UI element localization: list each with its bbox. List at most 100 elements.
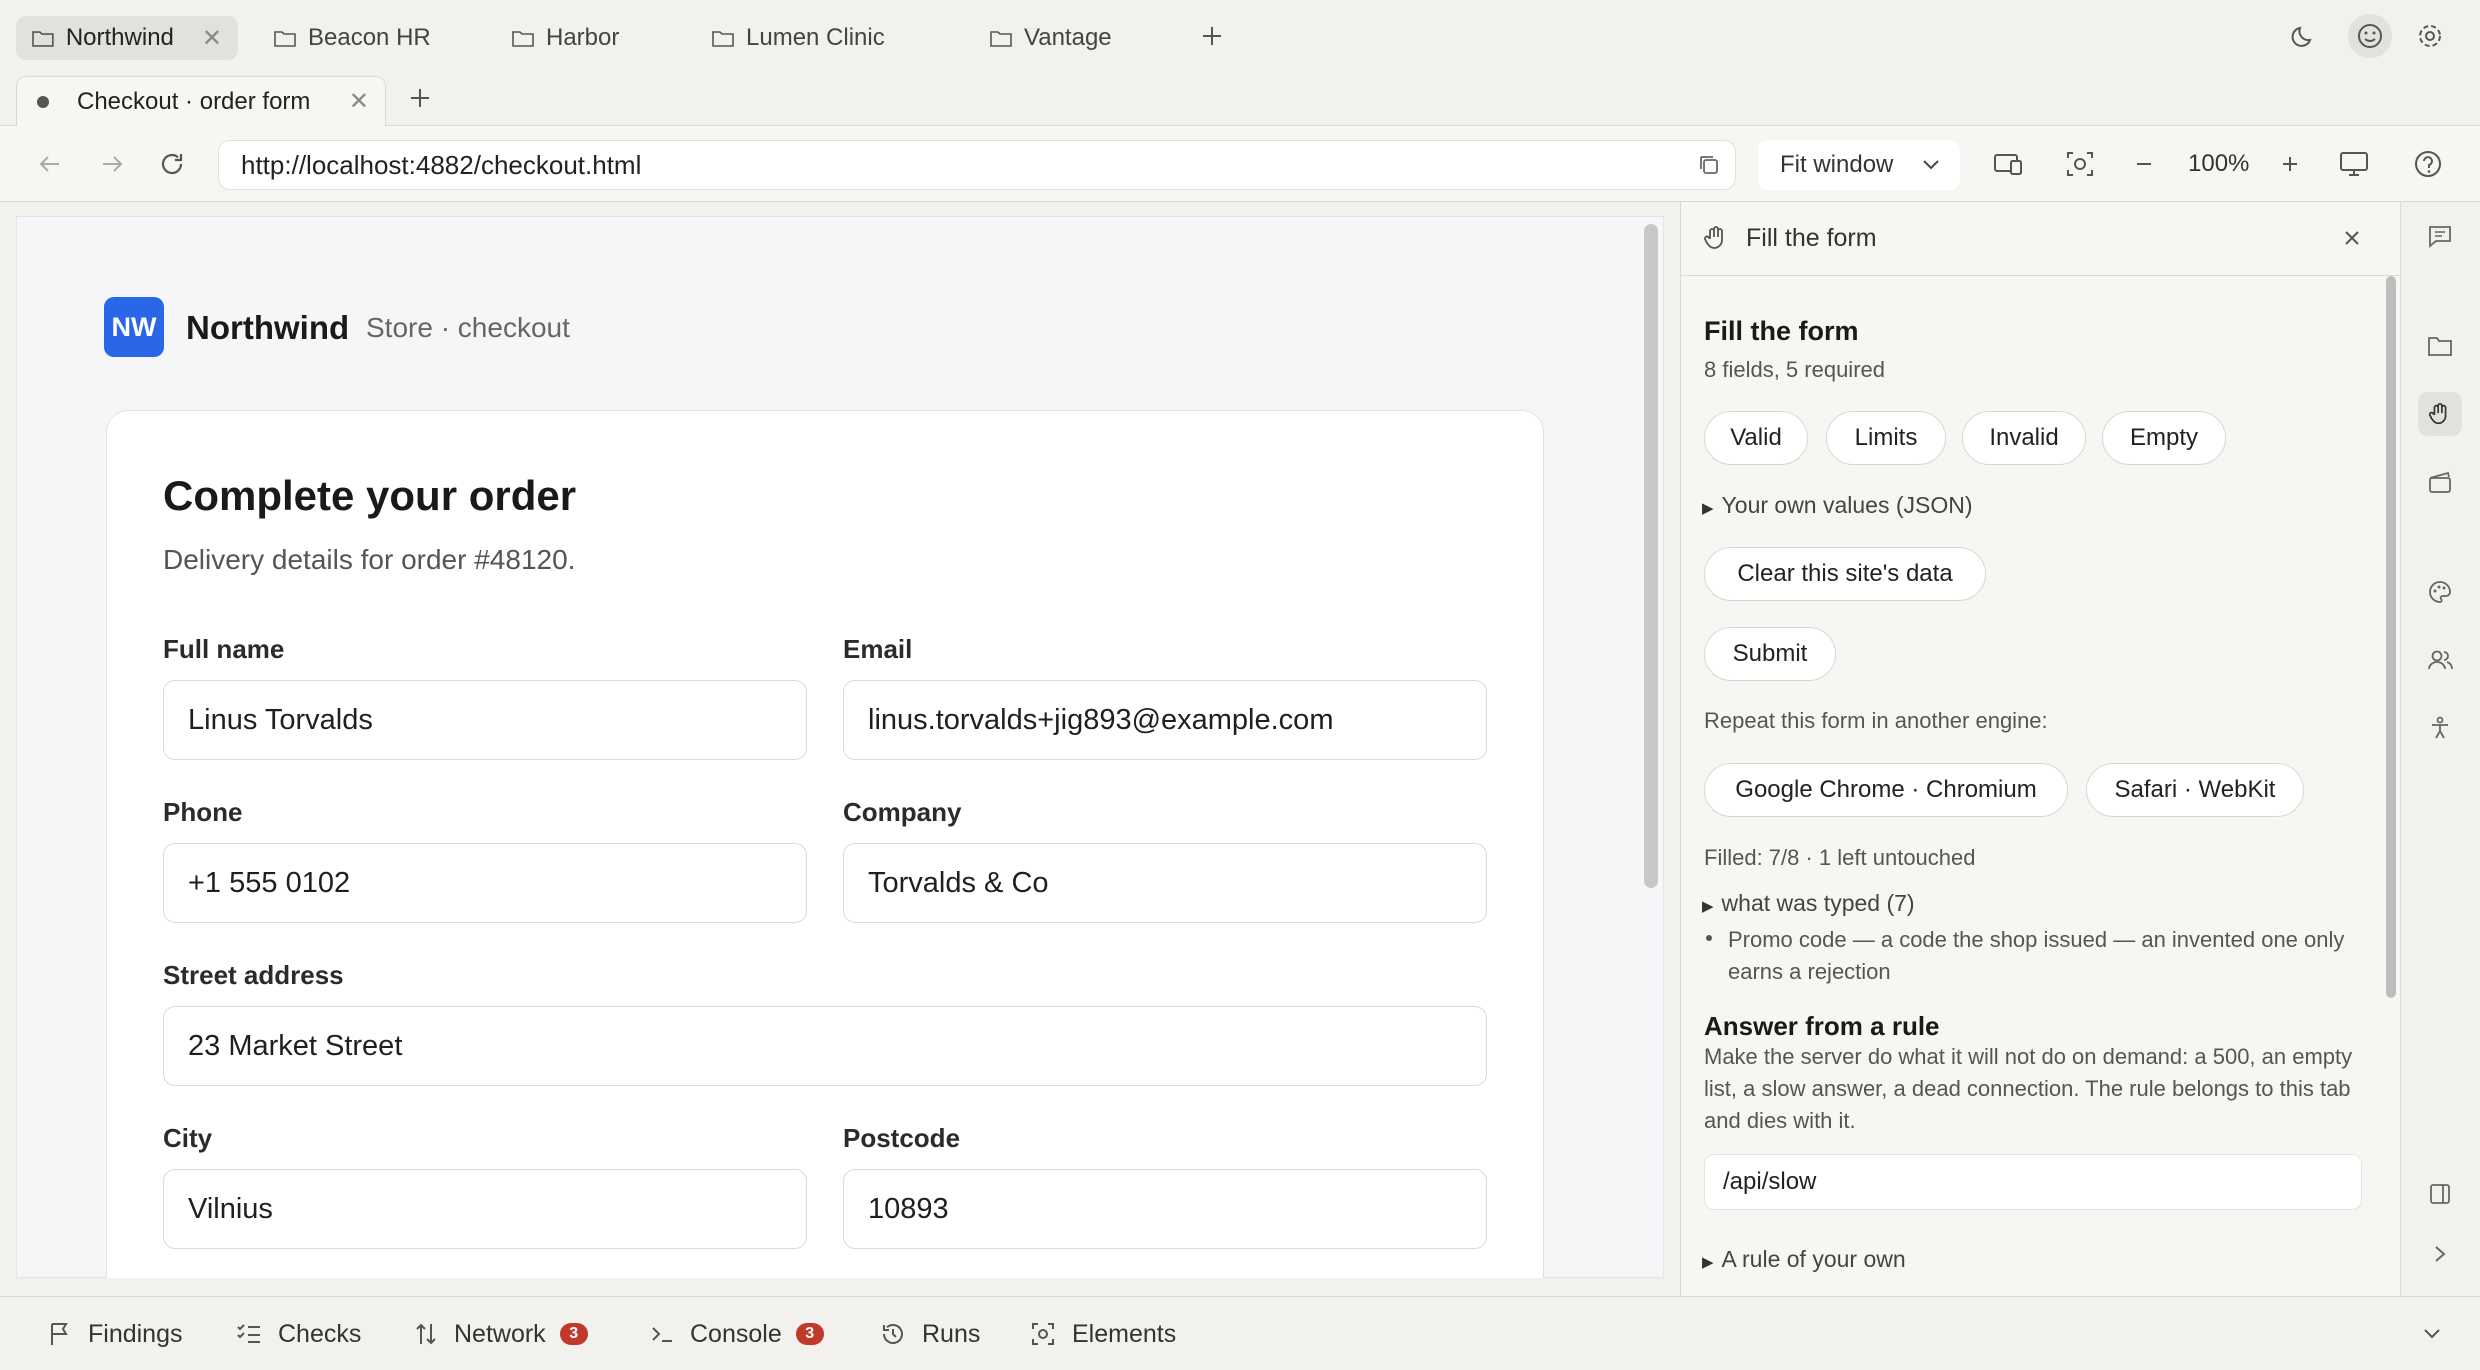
reload-button[interactable]	[152, 144, 192, 184]
rail-expand-button[interactable]	[2418, 1232, 2462, 1276]
screenshot-button[interactable]	[2060, 144, 2100, 184]
fields-summary: 8 fields, 5 required	[1704, 357, 1885, 382]
phone-label: Phone	[163, 797, 243, 827]
typed-values-toggle[interactable]: ▶ what was typed (7)	[1702, 890, 1915, 917]
fill-form-title: Fill the form	[1704, 316, 1859, 346]
tab-runs[interactable]: Runs	[880, 1316, 980, 1352]
street-label: Street address	[163, 960, 344, 990]
arrows-updown-icon	[416, 1323, 436, 1345]
workspace-tab-beacon-hr[interactable]: Beacon HR	[258, 16, 447, 60]
zoom-in-button[interactable]	[2270, 144, 2310, 184]
close-panel-button[interactable]	[2332, 218, 2372, 258]
preset-limits-button[interactable]: Limits	[1826, 411, 1946, 465]
palette-icon	[2429, 581, 2451, 603]
plus-icon	[411, 89, 429, 107]
workspace-tab-lumen-clinic[interactable]: Lumen Clinic	[696, 16, 901, 60]
rule-title: Answer from a rule	[1704, 1011, 1940, 1041]
phone-input[interactable]: +1 555 0102	[163, 843, 807, 923]
email-input[interactable]: linus.torvalds+jig893@example.com	[843, 680, 1487, 760]
clapper-icon	[2429, 471, 2451, 493]
dark-mode-button[interactable]	[2284, 16, 2324, 56]
gear-icon	[2419, 25, 2441, 47]
tab-elements[interactable]: Elements	[1030, 1316, 1176, 1352]
zoom-level: 100%	[2188, 150, 2250, 177]
rail-comments-button[interactable]	[2418, 214, 2462, 258]
viewport-scrollbar[interactable]	[1644, 224, 1658, 888]
accessibility-icon	[2432, 716, 2448, 739]
folder-icon	[32, 31, 54, 47]
plus-icon	[2283, 157, 2297, 171]
panel-title: Fill the form	[1746, 224, 1877, 252]
company-input[interactable]: Torvalds & Co	[843, 843, 1487, 923]
url-text: http://localhost:4882/checkout.html	[241, 149, 642, 180]
add-workspace-button[interactable]	[1192, 16, 1232, 56]
own-values-toggle[interactable]: ▶ Your own values (JSON)	[1702, 492, 1973, 519]
desktop-view-button[interactable]	[2334, 144, 2374, 184]
close-icon[interactable]: ✕	[349, 87, 369, 116]
rail-fill-form-button[interactable]	[2418, 392, 2462, 436]
store-logo: NW	[104, 297, 164, 357]
rail-files-button[interactable]	[2418, 324, 2462, 368]
rule-path-input[interactable]: /api/slow	[1704, 1154, 2362, 1210]
postcode-label: Postcode	[843, 1123, 961, 1153]
city-input[interactable]: Vilnius	[163, 1169, 807, 1249]
chevron-down-icon	[1923, 160, 1939, 170]
bullet-icon	[1706, 935, 1712, 941]
tab-network[interactable]: Network 3	[414, 1316, 588, 1352]
close-icon[interactable]: ✕	[202, 24, 222, 53]
tab-checks[interactable]: Checks	[236, 1316, 361, 1352]
panel-scrollbar[interactable]	[2386, 276, 2396, 998]
rail-recordings-button[interactable]	[2418, 460, 2462, 504]
folder-icon	[274, 31, 296, 47]
preset-empty-button[interactable]: Empty	[2102, 411, 2226, 465]
new-tab-button[interactable]	[400, 78, 440, 118]
workspace-tab-harbor[interactable]: Harbor	[496, 16, 635, 60]
engine-chromium-button[interactable]: Google Chrome · Chromium	[1704, 763, 2068, 817]
workspace-tab-northwind[interactable]: Northwind ✕	[16, 16, 238, 60]
engine-webkit-button[interactable]: Safari · WebKit	[2086, 763, 2304, 817]
workspace-tab-vantage[interactable]: Vantage	[974, 16, 1128, 60]
back-button[interactable]	[30, 144, 70, 184]
hand-icon	[2428, 402, 2447, 425]
flag-icon	[51, 1323, 68, 1345]
promo-code-note: Promo code — a code the shop issued — an…	[1728, 927, 2345, 984]
own-rule-label: A rule of your own	[1721, 1246, 1906, 1272]
url-bar[interactable]: http://localhost:4882/checkout.html	[218, 140, 1736, 190]
fit-mode-select[interactable]: Fit window	[1758, 140, 1960, 190]
postcode-input[interactable]: 10893	[843, 1169, 1487, 1249]
full-name-input[interactable]: Linus Torvalds	[163, 680, 807, 760]
collapse-bottom-panel-button[interactable]	[2412, 1314, 2452, 1354]
preset-valid-button[interactable]: Valid	[1704, 411, 1808, 465]
rail-theme-button[interactable]	[2418, 570, 2462, 614]
device-frame-button[interactable]	[1988, 144, 2028, 184]
caret-right-icon: ▶	[1702, 1254, 1714, 1271]
reload-icon	[161, 153, 183, 175]
zoom-out-button[interactable]	[2124, 144, 2164, 184]
preset-invalid-button[interactable]: Invalid	[1962, 411, 2086, 465]
folder-icon	[512, 31, 534, 47]
clear-site-data-button[interactable]: Clear this site's data	[1704, 547, 1986, 601]
sidebar-icon	[2430, 1184, 2450, 1204]
store-subtitle: Store · checkout	[366, 312, 570, 343]
tab-label: Runs	[922, 1319, 981, 1348]
rail-users-button[interactable]	[2418, 638, 2462, 682]
message-icon	[2429, 226, 2451, 248]
copy-icon[interactable]	[1697, 153, 1721, 177]
forward-button[interactable]	[92, 144, 132, 184]
own-rule-toggle[interactable]: ▶ A rule of your own	[1702, 1246, 1906, 1273]
tab-findings[interactable]: Findings	[48, 1316, 183, 1352]
page-tab-checkout[interactable]: Checkout · order form ✕	[16, 76, 386, 126]
tab-console[interactable]: Console 3	[650, 1316, 824, 1352]
profile-button[interactable]	[2348, 14, 2392, 58]
submit-button[interactable]: Submit	[1704, 627, 1836, 681]
rail-accessibility-button[interactable]	[2418, 706, 2462, 750]
settings-button[interactable]	[2410, 16, 2450, 56]
close-icon	[2345, 231, 2359, 245]
focus-icon	[2067, 152, 2093, 176]
rail-toggle-sidebar-button[interactable]	[2418, 1172, 2462, 1216]
street-input[interactable]: 23 Market Street	[163, 1006, 1487, 1086]
help-icon	[2415, 151, 2441, 177]
folder-icon	[990, 31, 1012, 47]
caret-right-icon: ▶	[1702, 898, 1714, 915]
help-button[interactable]	[2408, 144, 2448, 184]
